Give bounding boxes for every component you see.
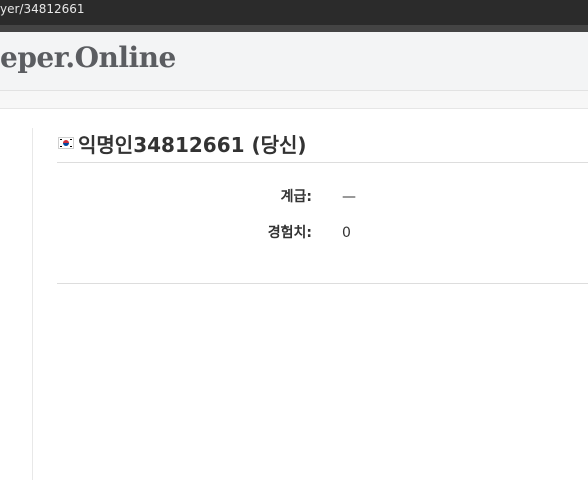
- address-bar-url[interactable]: yer/34812661: [0, 0, 85, 18]
- browser-address-bar[interactable]: yer/34812661: [0, 0, 588, 25]
- profile-name: 익명인34812661 (당신): [78, 133, 307, 157]
- south-korea-flag-icon: [58, 137, 74, 149]
- stat-label-rank: 계급:: [280, 189, 312, 205]
- stat-row-rank: 계급: —: [57, 185, 588, 209]
- site-title-link[interactable]: eper.Online: [0, 41, 176, 74]
- sidebar-divider: [32, 128, 33, 480]
- header-subnav-strip: [0, 91, 588, 109]
- stat-row-experience: 경험치: 0: [57, 221, 588, 245]
- section-divider: [57, 283, 588, 284]
- browser-toolbar-strip: [0, 25, 588, 32]
- stat-label-experience: 경험치:: [267, 225, 312, 241]
- stat-value-rank: —: [342, 189, 356, 205]
- profile-header: 익명인34812661 (당신): [57, 128, 588, 163]
- stat-value-experience: 0: [342, 225, 351, 241]
- site-header: eper.Online: [0, 32, 588, 91]
